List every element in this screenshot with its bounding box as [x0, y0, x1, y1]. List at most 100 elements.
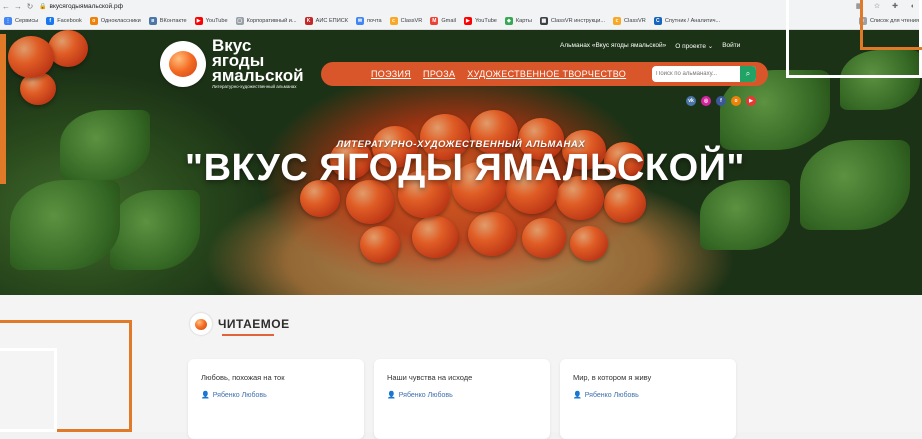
bookmark-label: ClassVR	[624, 18, 646, 24]
cloudberry-icon	[169, 51, 197, 77]
bookmark-favicon-icon: о	[89, 17, 98, 25]
bookmark-label: ClassVR	[400, 18, 423, 24]
user-icon: 👤	[573, 392, 582, 399]
menu-item-prose[interactable]: ПРОЗА	[423, 69, 455, 79]
bookmark-label: Facebook	[57, 18, 82, 24]
bookmark-item[interactable]: c ClassVR	[386, 14, 427, 28]
bookmark-item[interactable]: ◆ Карты	[501, 14, 536, 28]
section-header: ЧИТАЕМОЕ	[190, 313, 290, 335]
about-project-link[interactable]: О проекте ⌄	[675, 42, 713, 50]
bookmark-item[interactable]: f Facebook	[42, 14, 86, 28]
search-icon: ⌕	[745, 69, 751, 78]
lock-icon: 🔒	[39, 3, 47, 10]
user-icon: 👤	[201, 392, 210, 399]
bookmark-item[interactable]: ▶ YouTube	[460, 14, 501, 28]
odnoklassniki-icon[interactable]: о	[731, 96, 741, 106]
author-name: Рябенко Любовь	[398, 391, 453, 399]
about-almanac-link[interactable]: Альманах «Вкус ягоды ямальской»	[560, 42, 666, 50]
card-author[interactable]: 👤 Рябенко Любовь	[201, 391, 267, 400]
author-name: Рябенко Любовь	[212, 391, 267, 399]
logo-text: Вкус ягоды ямальской Литературно-художес…	[212, 37, 304, 90]
bookmark-label: ВКонтакте	[159, 18, 187, 24]
bookmark-item[interactable]: ⋮ Сервисы	[0, 14, 42, 28]
login-link[interactable]: Войти	[722, 42, 740, 50]
reload-icon[interactable]: ↻	[24, 2, 36, 11]
bookmark-label: ClassVR инструкци...	[550, 18, 606, 24]
bookmark-favicon-icon: C	[653, 17, 662, 25]
forward-arrow-icon[interactable]: →	[12, 2, 24, 11]
instagram-icon[interactable]: ◎	[701, 96, 711, 106]
bookmark-label: Спутник / Аналитич...	[664, 18, 721, 24]
search-box: ⌕	[652, 66, 756, 82]
browser-chrome: ← → ↻ 🔒 вкусягодыямальской.рф ▦ ☆ ✚ ◐ ⋮ С…	[0, 0, 922, 30]
search-button[interactable]: ⌕	[740, 66, 756, 82]
bookmark-item[interactable]: ✉ почта	[352, 14, 386, 28]
bookmarks-bar: ⋮ Сервисы f Facebook о Одноклассники в ВКонтакт…	[0, 13, 922, 29]
card-author[interactable]: 👤 Рябенко Любовь	[387, 391, 453, 400]
social-links: vk ◎ f о ▶	[686, 96, 756, 106]
section-title: ЧИТАЕМОЕ	[218, 317, 290, 331]
search-input[interactable]	[652, 66, 740, 82]
card-author[interactable]: 👤 Рябенко Любовь	[573, 391, 639, 400]
card-title[interactable]: Наши чувства на исходе	[387, 373, 472, 382]
bookmark-label: АИС ЕПИСК	[315, 18, 349, 24]
bookmark-favicon-icon: c	[389, 17, 398, 25]
url-text: вкусягодыямальской.рф	[49, 2, 123, 10]
user-icon: 👤	[387, 392, 396, 399]
logo-line3: ямальской	[212, 66, 304, 85]
bookmark-item[interactable]: C Спутник / Аналитич...	[650, 14, 724, 28]
vk-icon[interactable]: vk	[686, 96, 696, 106]
bookmark-label: Одноклассники	[100, 18, 141, 24]
bookmark-item[interactable]: M Gmail	[426, 14, 460, 28]
bookmark-label: YouTube	[205, 18, 228, 24]
bookmark-favicon-icon: ▶	[463, 17, 472, 25]
top-links: Альманах «Вкус ягоды ямальской» О проект…	[560, 42, 740, 50]
menu-item-art[interactable]: ХУДОЖЕСТВЕННОЕ ТВОРЧЕСТВО	[467, 69, 626, 79]
hero-title: "ВКУС ЯГОДЫ ЯМАЛЬСКОЙ"	[185, 147, 745, 189]
author-name: Рябенко Любовь	[584, 391, 639, 399]
bookmark-favicon-icon: в	[148, 17, 157, 25]
bookmark-item[interactable]: в ВКонтакте	[145, 14, 191, 28]
bookmark-item[interactable]: ▢ Корпоративный и...	[232, 14, 301, 28]
bookmark-item[interactable]: K АИС ЕПИСК	[301, 14, 352, 28]
logo-subtitle: Литературно-художественный альманах	[212, 84, 297, 89]
about-project-label: О проекте	[675, 43, 706, 50]
youtube-icon[interactable]: ▶	[746, 96, 756, 106]
bookmark-favicon-icon: ◆	[504, 17, 513, 25]
bookmark-favicon-icon: ▶	[194, 17, 203, 25]
bookmark-item[interactable]: о Одноклассники	[86, 14, 145, 28]
bookmark-favicon-icon: ▢	[235, 17, 244, 25]
bookmark-item[interactable]: c ClassVR	[609, 14, 650, 28]
bookmark-favicon-icon: ⋮	[4, 17, 12, 25]
bookmark-label: Карты	[515, 18, 532, 24]
bookmark-label: Gmail	[441, 18, 456, 24]
decor-frame-top-right-orange	[860, 0, 922, 50]
bookmark-item[interactable]: ▦ ClassVR инструкци...	[536, 14, 609, 28]
logo-badge	[160, 41, 206, 87]
bookmark-favicon-icon: c	[613, 17, 622, 25]
article-card[interactable]: Мир, в котором я живу 👤 Рябенко Любовь	[560, 359, 736, 439]
address-row: ← → ↻ 🔒 вкусягодыямальской.рф ▦ ☆ ✚ ◐	[0, 0, 922, 12]
bookmark-favicon-icon: K	[304, 17, 313, 25]
address-bar[interactable]: 🔒 вкусягодыямальской.рф	[36, 1, 850, 12]
bookmark-favicon-icon: ✉	[356, 17, 365, 25]
article-card[interactable]: Любовь, похожая на ток 👤 Рябенко Любовь	[188, 359, 364, 439]
bookmark-favicon-icon: f	[46, 17, 55, 25]
article-card[interactable]: Наши чувства на исходе 👤 Рябенко Любовь	[374, 359, 550, 439]
bookmark-favicon-icon: M	[430, 17, 439, 25]
back-arrow-icon[interactable]: ←	[0, 2, 12, 11]
bookmark-label: Корпоративный и...	[246, 18, 297, 24]
bookmark-label: Сервисы	[15, 18, 39, 24]
facebook-icon[interactable]: f	[716, 96, 726, 106]
bookmark-favicon-icon: ▦	[539, 17, 548, 25]
site-logo[interactable]: Вкус ягоды ямальской Литературно-художес…	[160, 37, 304, 90]
section-underline	[222, 334, 274, 336]
card-title[interactable]: Мир, в котором я живу	[573, 373, 651, 382]
chevron-down-icon: ⌄	[707, 43, 714, 50]
bookmark-label: почта	[367, 18, 382, 24]
cloudberry-icon	[195, 318, 207, 330]
bookmark-item[interactable]: ▶ YouTube	[191, 14, 232, 28]
card-title[interactable]: Любовь, похожая на ток	[201, 373, 285, 382]
menu-item-poetry[interactable]: ПОЭЗИЯ	[371, 69, 411, 79]
bookmark-label: YouTube	[474, 18, 497, 24]
